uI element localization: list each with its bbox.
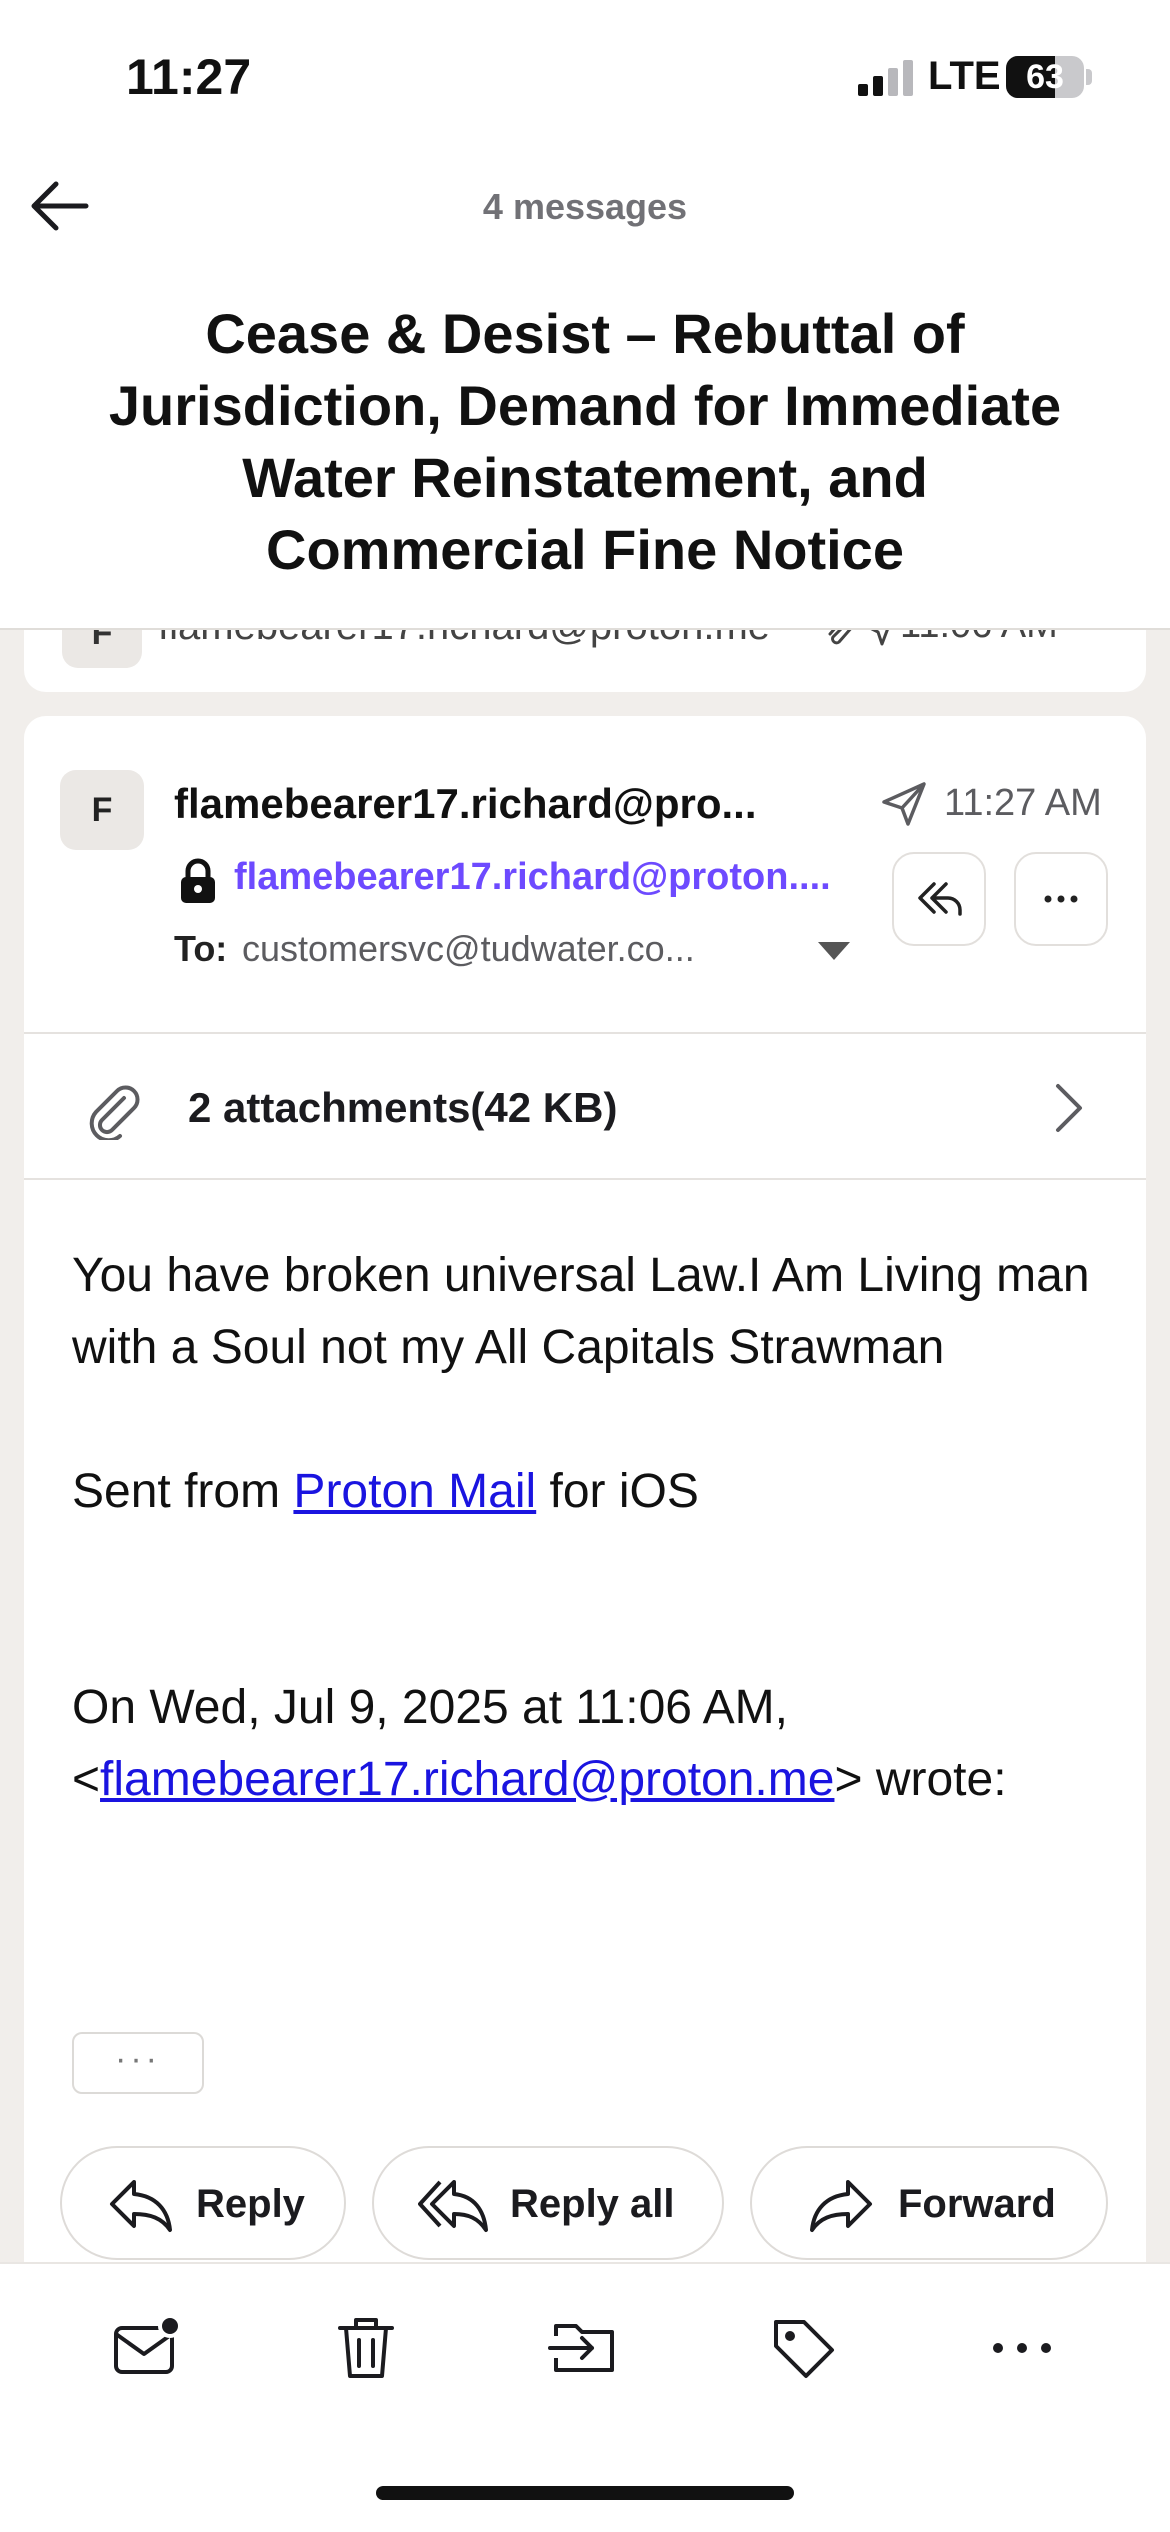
lock-icon [181, 858, 215, 903]
battery-icon: 63 [1006, 56, 1092, 98]
message-body: You have broken universal Law.I Am Livin… [72, 1240, 1102, 1816]
sent-icon [882, 782, 926, 826]
quoted-sender-link[interactable]: flamebearer17.richard@proton.me [100, 1753, 834, 1806]
reply-all-action-button[interactable]: Reply all [372, 2146, 724, 2260]
divider [24, 1178, 1146, 1180]
divider [24, 1032, 1146, 1034]
move-to-folder-icon[interactable] [546, 2310, 622, 2386]
signal-strength-icon [858, 60, 913, 96]
carrier-label: LTE [928, 54, 1001, 98]
status-time: 11:27 [126, 49, 252, 105]
sender-avatar: F [60, 770, 144, 850]
home-indicator [376, 2486, 794, 2500]
show-quoted-text-button[interactable]: ··· [72, 2032, 204, 2094]
forward-button[interactable]: Forward [750, 2146, 1108, 2260]
forward-icon [810, 2180, 872, 2232]
message-count: 4 messages [482, 186, 688, 227]
quote-header: On Wed, Jul 9, 2025 at 11:06 AM, <flameb… [72, 1681, 1007, 1806]
sender-address[interactable]: flamebearer17.richard@proton.... [234, 856, 854, 899]
sender-name[interactable]: flamebearer17.richard@pro... [174, 780, 854, 828]
chevron-right-icon[interactable] [1052, 1080, 1086, 1136]
attachments-summary[interactable]: 2 attachments(42 KB) [188, 1084, 617, 1132]
paperclip-icon [89, 1085, 140, 1140]
proton-mail-link[interactable]: Proton Mail [293, 1465, 536, 1518]
message-more-button[interactable] [1014, 852, 1108, 946]
signature: Sent from Proton Mail for iOS [72, 1465, 699, 1518]
reply-icon [110, 2180, 172, 2232]
reply-button[interactable]: Reply [60, 2146, 346, 2260]
recipient-address[interactable]: customersvc@tudwater.co... [242, 928, 782, 970]
reply-all-icon [918, 882, 962, 916]
battery-percent: 63 [1026, 58, 1064, 96]
sent-time: 11:27 AM [944, 782, 1102, 824]
label-icon[interactable] [766, 2310, 842, 2386]
body-paragraph: You have broken universal Law.I Am Livin… [72, 1249, 1090, 1374]
more-icon[interactable] [984, 2310, 1060, 2386]
more-horizontal-icon [1044, 895, 1078, 903]
caret-down-icon[interactable] [814, 938, 854, 962]
email-subject: Cease & Desist – Rebuttal of Jurisdictio… [108, 302, 1062, 581]
to-label: To: [174, 928, 228, 969]
reply-all-icon [418, 2180, 488, 2232]
trash-icon[interactable] [328, 2310, 404, 2386]
reply-all-button[interactable] [892, 852, 986, 946]
mark-unread-icon[interactable] [108, 2310, 184, 2386]
header-divider [0, 628, 1170, 630]
